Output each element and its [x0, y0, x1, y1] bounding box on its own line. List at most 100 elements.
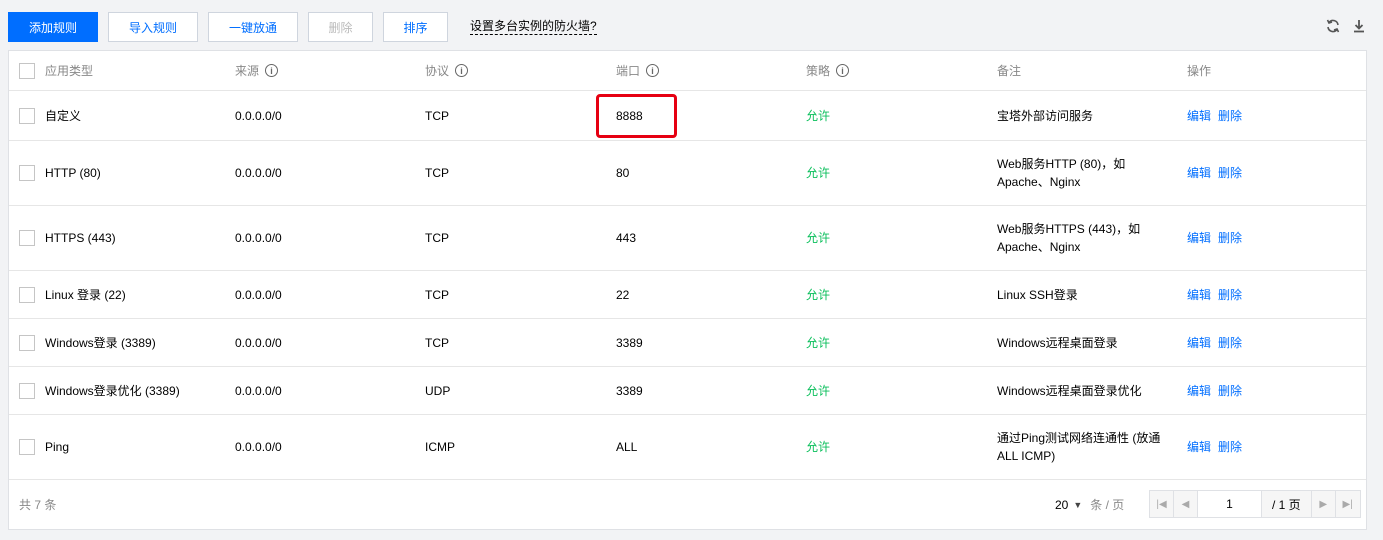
cell-port: 443 [616, 231, 637, 245]
download-icon[interactable] [1351, 18, 1367, 34]
tool-icons [1325, 18, 1367, 34]
delete-link[interactable]: 删除 [1218, 334, 1242, 352]
cell-policy: 允许 [806, 166, 831, 180]
cell-protocol: UDP [425, 383, 451, 398]
row-checkbox[interactable] [19, 439, 35, 455]
edit-link[interactable]: 编辑 [1187, 229, 1211, 247]
edit-link[interactable]: 编辑 [1187, 107, 1211, 125]
cell-source: 0.0.0.0/0 [235, 231, 282, 245]
cell-ops: 编辑 删除 [1187, 206, 1347, 270]
delete-link[interactable]: 删除 [1218, 286, 1242, 304]
table-row: 自定义 0.0.0.0/0 TCP 8888 允许 宝塔外部访问服务 编辑 删除 [9, 91, 1366, 141]
table-header: 应用类型 来源 i 协议 i 端口 i 策略 i 备注 操作 [9, 51, 1366, 91]
import-rules-button[interactable]: 导入规则 [108, 12, 198, 42]
delete-link[interactable]: 删除 [1218, 229, 1242, 247]
cell-ops: 编辑 删除 [1187, 91, 1347, 140]
header-note: 备注 [997, 63, 1022, 78]
header-source: 来源 i [235, 51, 415, 90]
edit-link[interactable]: 编辑 [1187, 286, 1211, 304]
cell-policy: 允许 [806, 287, 831, 302]
cell-port: ALL [616, 440, 638, 454]
source-info-icon[interactable]: i [265, 64, 279, 77]
protocol-info-icon[interactable]: i [455, 64, 469, 77]
cell-protocol: TCP [425, 287, 449, 302]
next-page-icon[interactable]: ▶ [1311, 491, 1336, 517]
multi-instance-firewall-link[interactable]: 设置多台实例的防火墙? [470, 19, 597, 35]
add-rule-button[interactable]: 添加规则 [8, 12, 98, 42]
row-checkbox[interactable] [19, 382, 35, 399]
total-count: 共 7 条 [19, 498, 57, 512]
cell-note: 宝塔外部访问服务 [997, 108, 1094, 123]
cell-policy: 允许 [806, 440, 831, 454]
open-all-button[interactable]: 一键放通 [208, 12, 298, 42]
cell-ops: 编辑 删除 [1187, 271, 1347, 318]
cell-ops: 编辑 删除 [1187, 319, 1347, 366]
cell-type: HTTP (80) [45, 166, 101, 180]
cell-protocol: TCP [425, 335, 449, 350]
edit-link[interactable]: 编辑 [1187, 438, 1211, 456]
table-row: Linux 登录 (22) 0.0.0.0/0 TCP 22 允许 Linux … [9, 271, 1366, 319]
cell-source: 0.0.0.0/0 [235, 335, 282, 350]
cell-type: 自定义 [45, 108, 82, 123]
cell-type: HTTPS (443) [45, 231, 116, 245]
cell-note: Linux SSH登录 [997, 287, 1078, 302]
edit-link[interactable]: 编辑 [1187, 382, 1211, 400]
cell-protocol: TCP [425, 231, 449, 245]
cell-source: 0.0.0.0/0 [235, 383, 282, 398]
delete-link[interactable]: 删除 [1218, 107, 1242, 125]
row-checkbox[interactable] [19, 334, 35, 351]
cell-note: Web服务HTTPS (443)，如Apache、Nginx [997, 222, 1141, 254]
cell-type: Linux 登录 (22) [45, 287, 126, 302]
row-checkbox[interactable] [19, 165, 35, 181]
cell-source: 0.0.0.0/0 [235, 287, 282, 302]
firewall-rules-page: 添加规则 导入规则 一键放通 删除 排序 设置多台实例的防火墙? 应用类型 来源… [0, 0, 1383, 540]
header-type: 应用类型 [45, 63, 94, 78]
table-row: Windows登录优化 (3389) 0.0.0.0/0 UDP 3389 允许… [9, 367, 1366, 415]
table-row: Ping 0.0.0.0/0 ICMP ALL 允许 通过Ping测试网络连通性… [9, 415, 1366, 480]
cell-source: 0.0.0.0/0 [235, 166, 282, 180]
cell-port: 22 [616, 287, 630, 302]
policy-info-icon[interactable]: i [836, 64, 850, 77]
delete-button[interactable]: 删除 [308, 12, 373, 42]
cell-type: Ping [45, 440, 70, 454]
cell-note: Windows远程桌面登录优化 [997, 383, 1142, 398]
page-number-input[interactable] [1198, 491, 1262, 517]
cell-note: Windows远程桌面登录 [997, 335, 1118, 350]
table-row: HTTP (80) 0.0.0.0/0 TCP 80 允许 Web服务HTTP … [9, 141, 1366, 206]
cell-type: Windows登录优化 (3389) [45, 383, 180, 398]
refresh-icon[interactable] [1325, 18, 1341, 34]
table-footer: 共 7 条 20 ▼ 条 / 页 |◀ ◀ / 1 页 ▶ ▶| [9, 481, 1366, 529]
edit-link[interactable]: 编辑 [1187, 164, 1211, 182]
edit-link[interactable]: 编辑 [1187, 334, 1211, 352]
last-page-icon[interactable]: ▶| [1335, 491, 1360, 517]
port-info-icon[interactable]: i [646, 64, 660, 77]
row-checkbox[interactable] [19, 107, 35, 124]
pagination: |◀ ◀ / 1 页 ▶ ▶| [1149, 490, 1361, 518]
delete-link[interactable]: 删除 [1218, 164, 1242, 182]
cell-type: Windows登录 (3389) [45, 335, 156, 350]
select-all-checkbox[interactable] [19, 62, 35, 79]
page-size-value: 20 [1055, 497, 1069, 512]
cell-port: 3389 [616, 383, 643, 398]
row-checkbox[interactable] [19, 230, 35, 246]
cell-port: 80 [616, 166, 630, 180]
delete-link[interactable]: 删除 [1218, 438, 1242, 456]
cell-note: 通过Ping测试网络连通性 (放通ALL ICMP) [997, 431, 1161, 463]
cell-source: 0.0.0.0/0 [235, 440, 282, 454]
row-checkbox[interactable] [19, 286, 35, 303]
delete-link[interactable]: 删除 [1218, 382, 1242, 400]
cell-policy: 允许 [806, 108, 831, 123]
header-port: 端口 i [616, 51, 796, 90]
caret-down-icon: ▼ [1073, 499, 1083, 510]
cell-policy: 允许 [806, 383, 831, 398]
cell-ops: 编辑 删除 [1187, 367, 1347, 414]
page-size-select[interactable]: 20 ▼ 条 / 页 [1055, 496, 1124, 513]
cell-source: 0.0.0.0/0 [235, 108, 282, 123]
cell-ops: 编辑 删除 [1187, 141, 1347, 205]
prev-page-icon[interactable]: ◀ [1174, 491, 1198, 517]
sort-button[interactable]: 排序 [383, 12, 448, 42]
header-ops: 操作 [1187, 63, 1212, 78]
first-page-icon[interactable]: |◀ [1150, 491, 1174, 517]
cell-port: 3389 [616, 335, 643, 350]
header-protocol: 协议 i [425, 51, 605, 90]
